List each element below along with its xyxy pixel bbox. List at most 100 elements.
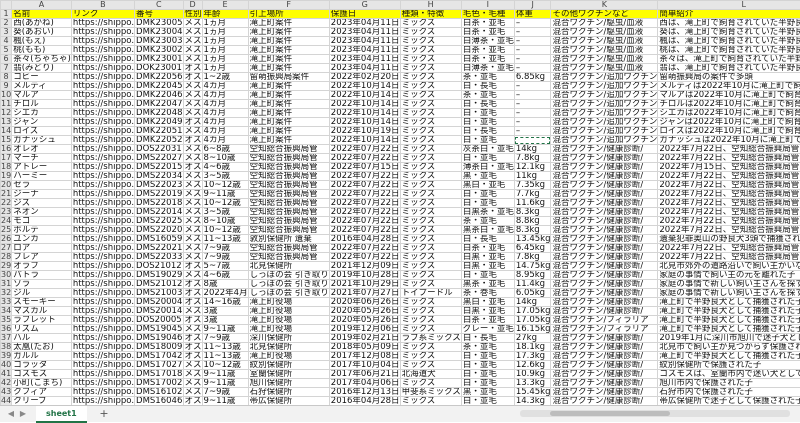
- table-cell[interactable]: ロイズは2022年10月に滝上町で飼育され: [658, 127, 800, 136]
- table-cell[interactable]: しっぽの会 引き取り: [248, 271, 329, 280]
- table-cell[interactable]: ミックス: [400, 37, 461, 46]
- table-cell[interactable]: 滝上町案件: [248, 136, 329, 145]
- table-cell[interactable]: DMK22049: [135, 118, 184, 127]
- table-cell[interactable]: https://shippo.: [71, 19, 134, 28]
- table-cell[interactable]: 14.75kg: [514, 262, 551, 271]
- table-cell[interactable]: https://shippo.: [71, 262, 134, 271]
- table-cell[interactable]: https://shippo.: [71, 82, 134, 91]
- table-cell[interactable]: –: [514, 19, 551, 28]
- table-cell[interactable]: 2021年12月09日: [329, 262, 400, 271]
- table-cell[interactable]: DMS16102: [135, 388, 184, 397]
- table-cell[interactable]: オス: [183, 343, 202, 352]
- table-cell[interactable]: ミックス: [400, 82, 461, 91]
- table-cell[interactable]: 混合ワクチン/健康診断/: [551, 289, 658, 298]
- table-cell[interactable]: DMK23004: [135, 28, 184, 37]
- table-cell[interactable]: メス: [183, 388, 202, 397]
- table-cell[interactable]: 12.1kg: [514, 163, 551, 172]
- table-cell[interactable]: 葵は、滝上町で飼育されていた半野良の母: [658, 28, 800, 37]
- table-cell[interactable]: 2018年05月09日: [329, 343, 400, 352]
- table-cell[interactable]: 留萌振興局案件: [248, 73, 329, 82]
- table-cell[interactable]: コスモスは、室蘭市内で迷い犬として保護: [658, 370, 800, 379]
- table-cell[interactable]: 2023年04月11日: [329, 19, 400, 28]
- table-cell[interactable]: https://shippo.: [71, 217, 134, 226]
- table-cell[interactable]: ミックス: [400, 208, 461, 217]
- table-cell[interactable]: 小町(こまち): [12, 379, 72, 388]
- table-cell[interactable]: 14~16歳: [202, 298, 248, 307]
- row-number[interactable]: 28: [1, 253, 12, 262]
- row-number[interactable]: 36: [1, 325, 12, 334]
- table-cell[interactable]: メス: [183, 208, 202, 217]
- table-cell[interactable]: 8.8kg: [514, 217, 551, 226]
- row-number[interactable]: 33: [1, 298, 12, 307]
- table-cell[interactable]: 混合ワクチン/追加ワクチン: [551, 127, 658, 136]
- table-cell[interactable]: 混合ワクチン/健康診断/: [551, 388, 658, 397]
- table-cell[interactable]: 18.1kg: [514, 343, 551, 352]
- column-header[interactable]: J: [514, 1, 551, 10]
- table-cell[interactable]: 白・並毛: [461, 199, 514, 208]
- table-cell[interactable]: https://shippo.: [71, 361, 134, 370]
- table-cell[interactable]: 2022年07月22日: [329, 244, 400, 253]
- table-cell[interactable]: しっぽの会 引き取り: [248, 280, 329, 289]
- table-cell[interactable]: DMS20004: [135, 298, 184, 307]
- select-all-corner[interactable]: [1, 1, 12, 10]
- table-cell[interactable]: 混合ワクチン/駆虫/血液: [551, 28, 658, 37]
- row-number[interactable]: 25: [1, 226, 12, 235]
- row-number[interactable]: 40: [1, 361, 12, 370]
- table-cell[interactable]: メス: [183, 253, 202, 262]
- table-cell[interactable]: コビー: [12, 73, 72, 82]
- column-title-cell[interactable]: 保護日: [329, 10, 400, 19]
- table-cell[interactable]: アトレー: [12, 163, 72, 172]
- column-title-cell[interactable]: リンク: [71, 10, 134, 19]
- table-cell[interactable]: 混合ワクチン/追加ワクチン: [551, 82, 658, 91]
- table-cell[interactable]: 2022年07月22日: [329, 226, 400, 235]
- row-number[interactable]: 32: [1, 289, 12, 298]
- table-cell[interactable]: 室蘭保健所: [248, 370, 329, 379]
- table-cell[interactable]: 空知総合振興局管: [248, 199, 329, 208]
- table-cell[interactable]: 3歳: [202, 307, 248, 316]
- table-cell[interactable]: 2022年10月14日: [329, 136, 400, 145]
- table-cell[interactable]: DMS17027: [135, 361, 184, 370]
- table-cell[interactable]: 2022年10月14日: [329, 82, 400, 91]
- table-cell[interactable]: 2022年07月22日: [329, 145, 400, 154]
- row-number[interactable]: 2: [1, 19, 12, 28]
- table-cell[interactable]: 楓は、滝上町で飼育されていた半野良の母: [658, 37, 800, 46]
- row-number[interactable]: 22: [1, 199, 12, 208]
- table-cell[interactable]: 混合ワクチン/追加ワクチン: [551, 73, 658, 82]
- table-cell[interactable]: 11.6kg: [514, 199, 551, 208]
- table-cell[interactable]: 北見保健所: [248, 262, 329, 271]
- table-cell[interactable]: 家庭の事情で新しい飼い主さんを探すこと: [658, 280, 800, 289]
- table-cell[interactable]: ジャン: [12, 118, 72, 127]
- table-cell[interactable]: オス: [183, 352, 202, 361]
- table-cell[interactable]: ネオン: [12, 208, 72, 217]
- table-cell[interactable]: 空知総合振興局管: [248, 217, 329, 226]
- table-cell[interactable]: 白・並毛: [461, 271, 514, 280]
- table-cell[interactable]: 混合ワクチン/追加ワクチン: [551, 100, 658, 109]
- table-cell[interactable]: 混合ワクチン/健康診断/: [551, 163, 658, 172]
- table-cell[interactable]: 13.3kg: [514, 379, 551, 388]
- column-title-cell[interactable]: 名前: [12, 10, 72, 19]
- table-cell[interactable]: 茶・巻毛: [461, 289, 514, 298]
- table-cell[interactable]: 8.3kg: [514, 226, 551, 235]
- row-number[interactable]: 4: [1, 37, 12, 46]
- table-cell[interactable]: メス: [183, 361, 202, 370]
- table-cell[interactable]: 白薄茶・並毛: [461, 64, 514, 73]
- row-number[interactable]: 41: [1, 370, 12, 379]
- table-cell[interactable]: DMK23001: [135, 55, 184, 64]
- table-cell[interactable]: 2021年10月29日: [329, 280, 400, 289]
- table-cell[interactable]: https://shippo.: [71, 226, 134, 235]
- table-cell[interactable]: メス: [183, 172, 202, 181]
- table-cell[interactable]: –: [514, 127, 551, 136]
- table-cell[interactable]: ジル: [12, 289, 72, 298]
- table-cell[interactable]: 混合ワクチン/健康診断/: [551, 280, 658, 289]
- table-cell[interactable]: 2022年07月22日: [329, 199, 400, 208]
- table-cell[interactable]: ミックス: [400, 235, 461, 244]
- table-cell[interactable]: –: [514, 28, 551, 37]
- table-cell[interactable]: メス: [183, 127, 202, 136]
- table-cell[interactable]: ミックス: [400, 91, 461, 100]
- table-cell[interactable]: 9~11歳: [202, 325, 248, 334]
- table-cell[interactable]: ガナッシュ: [12, 136, 72, 145]
- table-cell[interactable]: 混合ワクチン/健康診断/: [551, 226, 658, 235]
- table-cell[interactable]: 2022年7月22日、空知総合振興局管内案件: [658, 172, 800, 181]
- table-cell[interactable]: https://shippo.: [71, 325, 134, 334]
- table-cell[interactable]: DMS22018: [135, 199, 184, 208]
